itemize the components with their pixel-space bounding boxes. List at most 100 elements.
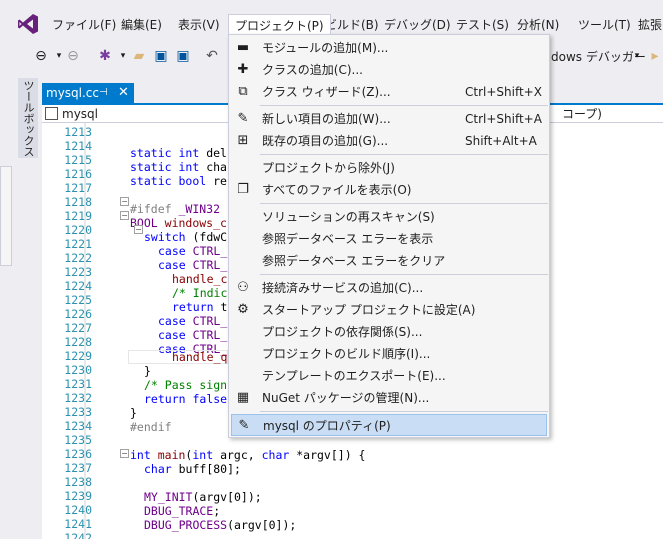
menu-item-label: プロジェクトのビルド順序(I)... xyxy=(262,347,431,361)
code-line: #ifdef _WIN32 xyxy=(130,202,221,216)
menu-item[interactable]: プロジェクトから除外(J) xyxy=(231,157,547,179)
line-number: 1235 xyxy=(64,433,92,447)
menu-extensions[interactable]: 拡張 xyxy=(638,15,662,35)
code-line: #endif xyxy=(130,420,172,434)
open-folder-icon[interactable]: ▰ xyxy=(130,47,148,65)
menu-item-shortcut: Shift+Alt+A xyxy=(465,134,537,148)
save-all-icon[interactable]: ▣ xyxy=(174,47,192,65)
toolbox-label[interactable]: ツールボックス xyxy=(18,80,38,157)
new-item-icon: ✎ xyxy=(237,111,249,126)
nuget-icon: ▦ xyxy=(236,390,250,405)
menu-item-label: プロジェクトの依存関係(S)... xyxy=(262,325,423,339)
visual-studio-logo-icon[interactable] xyxy=(17,13,39,35)
menu-analyze[interactable]: 分析(N) xyxy=(517,15,559,35)
code-line: case CTRL_ xyxy=(158,314,228,328)
attach-icon[interactable]: ▸ xyxy=(646,47,663,65)
line-number: 1223 xyxy=(64,265,92,279)
line-number: 1216 xyxy=(64,167,92,181)
line-number: 1232 xyxy=(64,391,92,405)
menu-item[interactable]: プロジェクトのビルド順序(I)... xyxy=(231,343,547,365)
menu-item[interactable]: ✎ mysql のプロパティ(P) xyxy=(231,414,547,436)
fold-toggle-icon[interactable]: − xyxy=(120,449,129,458)
menu-item-shortcut: Ctrl+Shift+X xyxy=(465,85,542,99)
menu-edit[interactable]: 編集(E) xyxy=(121,15,162,35)
menu-view[interactable]: 表示(V) xyxy=(178,15,220,35)
menu-item[interactable]: 参照データベース エラーを表示 xyxy=(231,228,547,250)
menu-item[interactable]: ⧉ クラス ウィザード(Z)... Ctrl+Shift+X xyxy=(231,81,547,103)
undo-icon[interactable]: ↶ xyxy=(203,47,221,65)
code-line: static int cha xyxy=(130,160,227,174)
code-line: case CTRL_ xyxy=(158,328,228,342)
fold-toggle-icon[interactable]: − xyxy=(120,197,129,206)
back-icon[interactable]: ⊖ xyxy=(32,47,50,65)
fold-toggle-icon[interactable]: − xyxy=(120,211,129,220)
project-selector[interactable]: mysql xyxy=(62,105,98,123)
menu-file[interactable]: ファイル(F) xyxy=(52,15,116,35)
menu-item[interactable]: テンプレートのエクスポート(E)... xyxy=(231,365,547,387)
menu-item[interactable]: ⚇ 接続済みサービスの追加(C)... xyxy=(231,277,547,299)
code-line: case CTRL_ xyxy=(158,244,228,258)
menu-item-label: 参照データベース エラーを表示 xyxy=(262,232,434,246)
line-number: 1240 xyxy=(64,503,92,517)
fold-toggle-icon[interactable]: − xyxy=(134,225,143,234)
code-line: DBUG_TRACE; xyxy=(144,504,221,518)
code-line: /* Indic xyxy=(172,286,228,300)
menu-item-label: 新しい項目の追加(W)... xyxy=(262,112,391,126)
document-tab-title: mysql.cc xyxy=(46,86,100,100)
menu-item[interactable]: ❐ すべてのファイルを表示(O) xyxy=(231,179,547,201)
menu-build[interactable]: ビルド(B) xyxy=(325,15,379,35)
document-tab-mysql-cc[interactable]: mysql.cc ⊣ ✕ xyxy=(42,83,134,103)
line-number: 1218 xyxy=(64,195,92,209)
line-number: 1234 xyxy=(64,419,92,433)
line-number: 1226 xyxy=(64,307,92,321)
code-line: handle_c xyxy=(172,272,228,286)
menu-item-label: 参照データベース エラーをクリア xyxy=(262,254,446,268)
menu-item-label: テンプレートのエクスポート(E)... xyxy=(262,369,446,383)
code-line: static int del xyxy=(130,146,227,160)
code-line: case CTRL_ xyxy=(158,258,228,272)
line-number: 1242 xyxy=(64,531,92,539)
menu-debug[interactable]: デバッグ(D) xyxy=(384,15,451,35)
menu-item[interactable]: プロジェクトの依存関係(S)... xyxy=(231,321,547,343)
menu-item[interactable]: ▬ モジュールの追加(M)... xyxy=(231,37,547,59)
line-number: 1233 xyxy=(64,405,92,419)
line-number: 1227 xyxy=(64,321,92,335)
line-number: 1241 xyxy=(64,517,92,531)
line-number: 1220 xyxy=(64,223,92,237)
menu-item-label: クラス ウィザード(Z)... xyxy=(262,85,391,99)
wrench-icon: ✎ xyxy=(238,418,250,433)
menu-item[interactable]: ⚙ スタートアップ プロジェクトに設定(A) xyxy=(231,299,547,321)
pin-icon[interactable]: ⊣ xyxy=(99,83,108,103)
menu-item-label: ソリューションの再スキャン(S) xyxy=(262,210,435,224)
gear-icon: ⚙ xyxy=(237,302,249,317)
line-number: 1224 xyxy=(64,279,92,293)
menu-separator xyxy=(260,411,548,412)
line-number: 1229 xyxy=(64,349,92,363)
line-number: 1238 xyxy=(64,475,92,489)
menu-item-label: NuGet パッケージの管理(N)... xyxy=(262,391,430,405)
menu-item[interactable]: ✚ クラスの追加(C)... xyxy=(231,59,547,81)
menu-item-label: 既存の項目の追加(G)... xyxy=(262,134,389,148)
line-number: 1239 xyxy=(64,489,92,503)
menu-item[interactable]: ソリューションの再スキャン(S) xyxy=(231,206,547,228)
menu-item[interactable]: 参照データベース エラーをクリア xyxy=(231,250,547,272)
menu-separator xyxy=(260,274,548,275)
close-icon[interactable]: ✕ xyxy=(118,83,129,103)
menu-item-label: プロジェクトから除外(J) xyxy=(262,161,395,175)
menu-tools[interactable]: ツール(T) xyxy=(578,15,631,35)
save-icon[interactable]: ▣ xyxy=(152,47,170,65)
menu-separator xyxy=(260,203,548,204)
scope-selector[interactable]: コープ) xyxy=(562,105,602,123)
menu-item[interactable]: ✎ 新しい項目の追加(W)... Ctrl+Shift+A xyxy=(231,108,547,130)
menu-item[interactable]: ▦ NuGet パッケージの管理(N)... xyxy=(231,387,547,409)
project-menu-dropdown: ▬ モジュールの追加(M)... ✚ クラスの追加(C)... ⧉ クラス ウィザード(Z… xyxy=(228,34,550,438)
menu-item-label: すべてのファイルを表示(O) xyxy=(262,183,412,197)
new-project-icon[interactable]: ✱ xyxy=(96,47,114,65)
code-line: char buff[80]; xyxy=(144,462,241,476)
forward-icon[interactable]: ⊖ xyxy=(64,47,82,65)
line-number: 1215 xyxy=(64,153,92,167)
menu-item-label: mysql のプロパティ(P) xyxy=(263,419,391,433)
debugger-dropdown-icon[interactable]: ▾ xyxy=(628,47,646,65)
menu-item[interactable]: ⊞ 既存の項目の追加(G)... Shift+Alt+A xyxy=(231,130,547,152)
menu-test[interactable]: テスト(S) xyxy=(456,15,509,35)
